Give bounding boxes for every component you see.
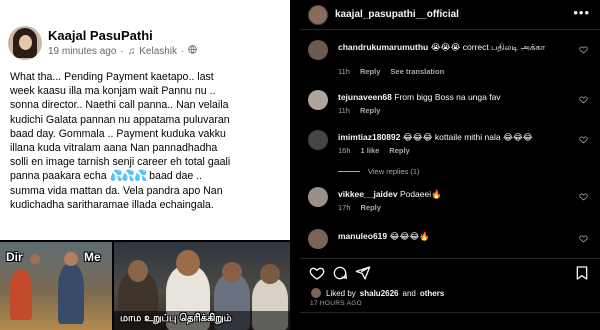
like-comment-icon[interactable] — [579, 45, 588, 54]
reply-button[interactable]: Reply — [361, 203, 381, 212]
fb-line: week kaasu illa ma konjam wait Pannu nu … — [10, 85, 216, 98]
commenter-avatar[interactable] — [308, 130, 328, 150]
reply-button[interactable]: Reply — [360, 67, 380, 76]
fb-line: baad day. Gommala .. Payment kuduka vakk… — [10, 127, 226, 140]
view-replies-button[interactable]: View replies (1) — [338, 167, 420, 176]
comment-meta: 11h Reply See translation — [338, 67, 444, 76]
comment-time: 16h — [338, 146, 351, 155]
fb-line: summa vida mattan da. Vela pandra apo Na… — [10, 184, 223, 197]
ig-post-header: kaajal_pasupathi__official ••• — [300, 0, 600, 30]
comment-meta: 16h 1 like Reply — [338, 146, 410, 155]
share-send-icon[interactable] — [355, 265, 371, 281]
comment-text: Podaeei🔥 — [399, 189, 442, 199]
like-heart-icon[interactable] — [309, 265, 325, 281]
like-comment-icon[interactable] — [579, 95, 588, 104]
meme-label-me: Me — [84, 250, 101, 264]
meme-label-dir: Dir — [6, 250, 23, 264]
fb-post-music: Kelashik — [139, 45, 178, 57]
more-options-icon[interactable]: ••• — [573, 5, 590, 20]
comment-time: 17h — [338, 203, 351, 212]
comment-meta: 11h Reply — [338, 106, 380, 115]
meme-subtitle: மாம உறுப்பு தெரிக்கிறும் — [120, 313, 232, 324]
fb-line: What tha... Pending Payment kaetapo.. la… — [10, 71, 214, 83]
commenter-avatar[interactable] — [308, 229, 328, 249]
fb-author-name: Kaajal PasuPathi — [48, 28, 153, 43]
fb-line: sonna director.. Naethi call panna.. Nan… — [10, 99, 229, 112]
comment-meta: 17h Reply — [338, 203, 381, 212]
like-comment-icon[interactable] — [579, 135, 588, 144]
fb-author-avatar — [8, 26, 42, 60]
comment-text: 😭😭😭 correct பதிலடி அக்கா — [430, 42, 546, 52]
instagram-comments-panel: kaajal_pasupathi__official ••• chandruku… — [300, 0, 600, 330]
fb-post-body: What tha... Pending Payment kaetapo.. la… — [10, 70, 288, 212]
globe-icon — [188, 45, 198, 57]
reply-button[interactable]: Reply — [389, 146, 409, 155]
commenter-avatar[interactable] — [308, 90, 328, 110]
ig-profile-avatar[interactable] — [308, 5, 328, 25]
commenter-avatar[interactable] — [308, 40, 328, 60]
fb-line: illana kuda vitralam aana Nan pannadhadh… — [10, 142, 218, 155]
comment-bubble-icon[interactable] — [332, 265, 348, 281]
meme-image-left: Dir Me — [0, 242, 112, 330]
post-time-ago: 17 HOURS AGO — [310, 300, 363, 307]
comment-text: 😂😂😂🔥 — [389, 231, 430, 241]
like-comment-icon[interactable] — [579, 234, 588, 243]
comment-text: From bigg Boss na unga fav — [394, 92, 501, 102]
music-note-icon: ♫ — [127, 45, 136, 57]
comment-username[interactable]: chandrukumarumuthu — [338, 42, 428, 52]
add-comment-area[interactable] — [300, 312, 600, 330]
droplets-emoji: 💦💦💦 — [109, 170, 148, 183]
post-action-bar — [300, 258, 600, 280]
comment-username[interactable]: imimtiaz180892 — [338, 132, 400, 142]
see-translation-button[interactable]: See translation — [390, 67, 444, 76]
fb-line: kudichadha saritharamae illada echaingal… — [10, 198, 214, 211]
bookmark-icon[interactable] — [574, 265, 590, 281]
comment-time: 11h — [338, 106, 350, 115]
fb-post-meta: 19 minutes ago · ♫ Kelashik · — [48, 45, 198, 57]
facebook-post-screenshot: Kaajal PasuPathi 19 minutes ago · ♫ Kela… — [0, 0, 300, 330]
fb-line: kudichi Galata pannan nu appatama puluva… — [10, 113, 230, 126]
commenter-avatar[interactable] — [308, 187, 328, 207]
comment-likes[interactable]: 1 like — [361, 146, 380, 155]
fb-line: solli en image tarnish senji career eh t… — [10, 156, 231, 169]
comment-time: 11h — [338, 67, 350, 76]
fb-post-card: Kaajal PasuPathi 19 minutes ago · ♫ Kela… — [0, 0, 290, 240]
comment-username[interactable]: vikkee__jaidev — [338, 189, 398, 199]
liked-by-avatar — [310, 287, 322, 299]
liked-by-username[interactable]: shalu2626 — [360, 289, 399, 298]
fb-line: panna paakara echa 💦💦💦 baad dae .. — [10, 170, 203, 183]
liked-by-row: Liked by shalu2626 and others — [310, 287, 444, 299]
like-comment-icon[interactable] — [579, 192, 588, 201]
reply-button[interactable]: Reply — [360, 106, 380, 115]
liked-by-others[interactable]: others — [420, 289, 444, 298]
ig-profile-username[interactable]: kaajal_pasupathi__official — [335, 9, 459, 20]
comment-username[interactable]: tejunaveen68 — [338, 92, 392, 102]
fb-post-time: 19 minutes ago — [48, 45, 117, 57]
comment-username[interactable]: manuleo619 — [338, 231, 387, 241]
comment-text: 😂😂😂 kottaile mithi nala 😂😂😂 — [402, 132, 533, 142]
